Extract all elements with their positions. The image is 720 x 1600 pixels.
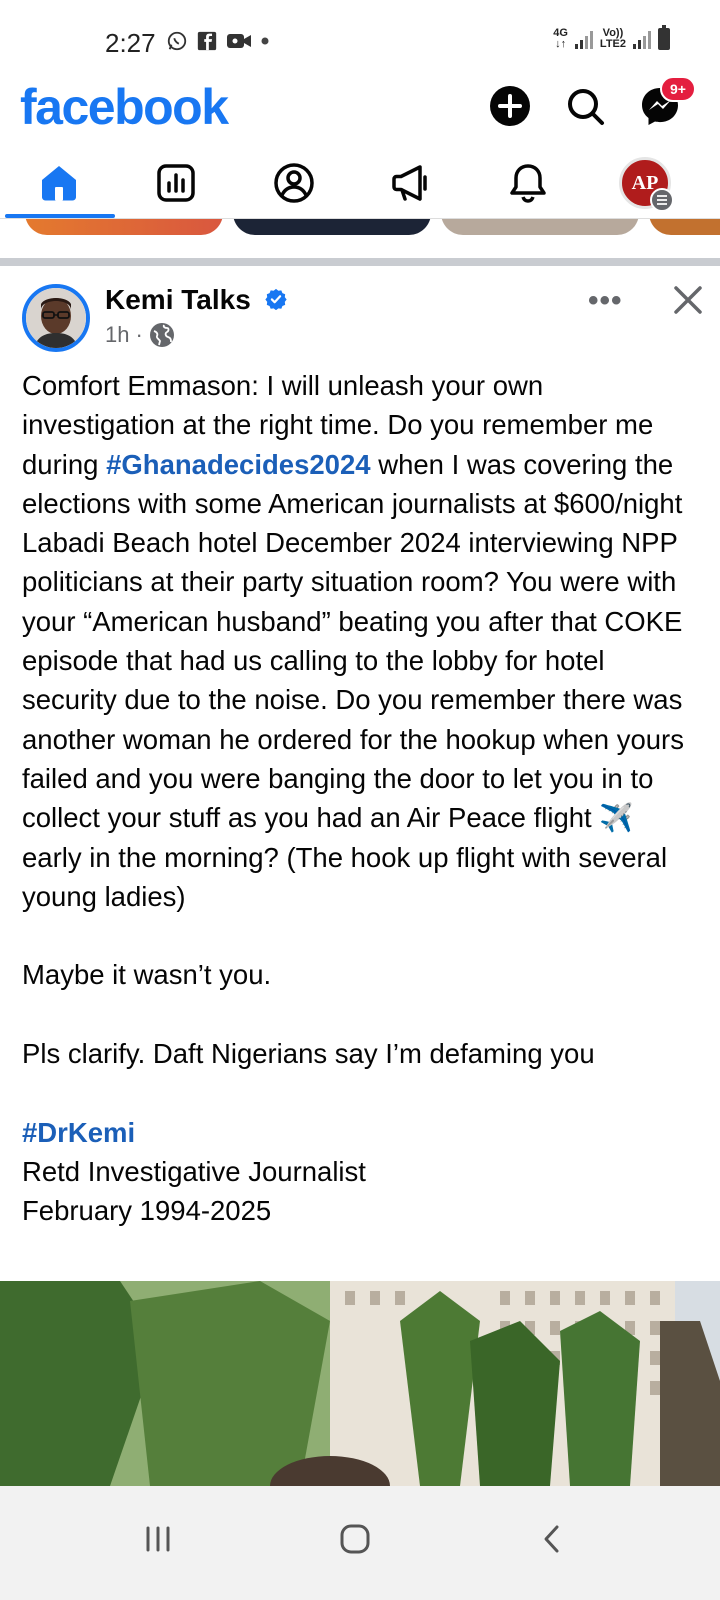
signal-icon [574, 31, 593, 49]
whatsapp-icon [167, 31, 187, 51]
status-time: 2:27 [105, 28, 156, 58]
post-time[interactable]: 1h [105, 322, 129, 348]
home-icon [42, 166, 76, 201]
story-card[interactable] [25, 219, 223, 235]
profile-icon [274, 163, 314, 203]
megaphone-icon [392, 165, 427, 201]
back-icon [544, 1525, 559, 1553]
tab-marketplace[interactable] [356, 150, 466, 216]
hashtag-drkemi[interactable]: #DrKemi [22, 1113, 698, 1152]
post-photo[interactable] [0, 1281, 720, 1486]
photo-scene [0, 1281, 720, 1486]
status-bar: 2:27 4G ↓↑ Vo)) LTE2 [0, 0, 720, 80]
search-button[interactable] [563, 84, 607, 128]
author-avatar[interactable] [22, 284, 90, 352]
globe-icon [149, 323, 174, 347]
post-paragraph-3: Pls clarify. Daft Nigerians say I’m defa… [22, 1038, 595, 1070]
chart-icon [157, 164, 195, 202]
tab-profile[interactable] [239, 150, 349, 216]
back-button[interactable] [522, 1514, 582, 1564]
hashtag-link[interactable]: #Ghanadecides2024 [106, 449, 370, 480]
video-icon [227, 34, 251, 48]
bell-icon [510, 164, 546, 203]
menu-avatar-badge [650, 188, 674, 212]
feed-separator [0, 258, 720, 266]
tab-notifications[interactable] [473, 150, 583, 216]
signature-line-1: Retd Investigative Journalist [22, 1155, 366, 1187]
tab-menu[interactable]: AP [590, 150, 700, 216]
recent-apps-button[interactable] [128, 1514, 188, 1564]
dot-icon [261, 37, 269, 45]
menu-avatar: AP [619, 157, 674, 212]
system-nav-bar [0, 1486, 720, 1600]
search-icon [568, 89, 604, 125]
create-button[interactable] [488, 84, 532, 128]
story-card[interactable] [441, 219, 639, 235]
post-paragraph-1: Comfort Emmason: I will unleash your own… [22, 370, 684, 912]
stories-strip[interactable] [0, 219, 720, 235]
post-paragraph-2: Maybe it wasn’t you. [22, 959, 272, 991]
facebook-logo[interactable]: facebook [20, 78, 229, 136]
battery-icon [658, 25, 670, 50]
home-button[interactable] [325, 1514, 385, 1564]
messenger-badge: 9+ [660, 76, 696, 102]
home-circle-icon [340, 1524, 370, 1554]
author-name[interactable]: Kemi Talks [105, 284, 251, 316]
nav-tabs: AP [0, 150, 720, 220]
plus-icon [490, 86, 530, 126]
close-icon[interactable] [668, 280, 708, 320]
notification-icons [166, 30, 270, 52]
network-4g: 4G ↓↑ [553, 27, 568, 50]
author-photo [26, 288, 86, 348]
verified-badge-icon [265, 288, 287, 310]
meta-separator: · [135, 322, 143, 347]
post-meta: 1h · [105, 322, 175, 348]
hamburger-icon [657, 195, 667, 205]
post-text: Comfort Emmason: I will unleash your own… [22, 366, 698, 1231]
signature-line-2: February 1994-2025 [22, 1195, 272, 1227]
tab-home[interactable] [4, 150, 114, 216]
story-card[interactable] [233, 219, 431, 235]
recents-icon [146, 1526, 170, 1552]
app-header: facebook 9+ [0, 76, 720, 144]
tab-feeds[interactable] [121, 150, 231, 216]
story-card[interactable] [649, 219, 720, 235]
post-options-button[interactable]: ••• [588, 284, 623, 318]
signal-icon-2 [633, 31, 651, 49]
facebook-notif-icon [197, 31, 217, 51]
messenger-button[interactable]: 9+ [638, 76, 696, 128]
network-lte: Vo)) LTE2 [599, 27, 626, 50]
status-right: 4G ↓↑ Vo)) LTE2 [553, 25, 670, 50]
